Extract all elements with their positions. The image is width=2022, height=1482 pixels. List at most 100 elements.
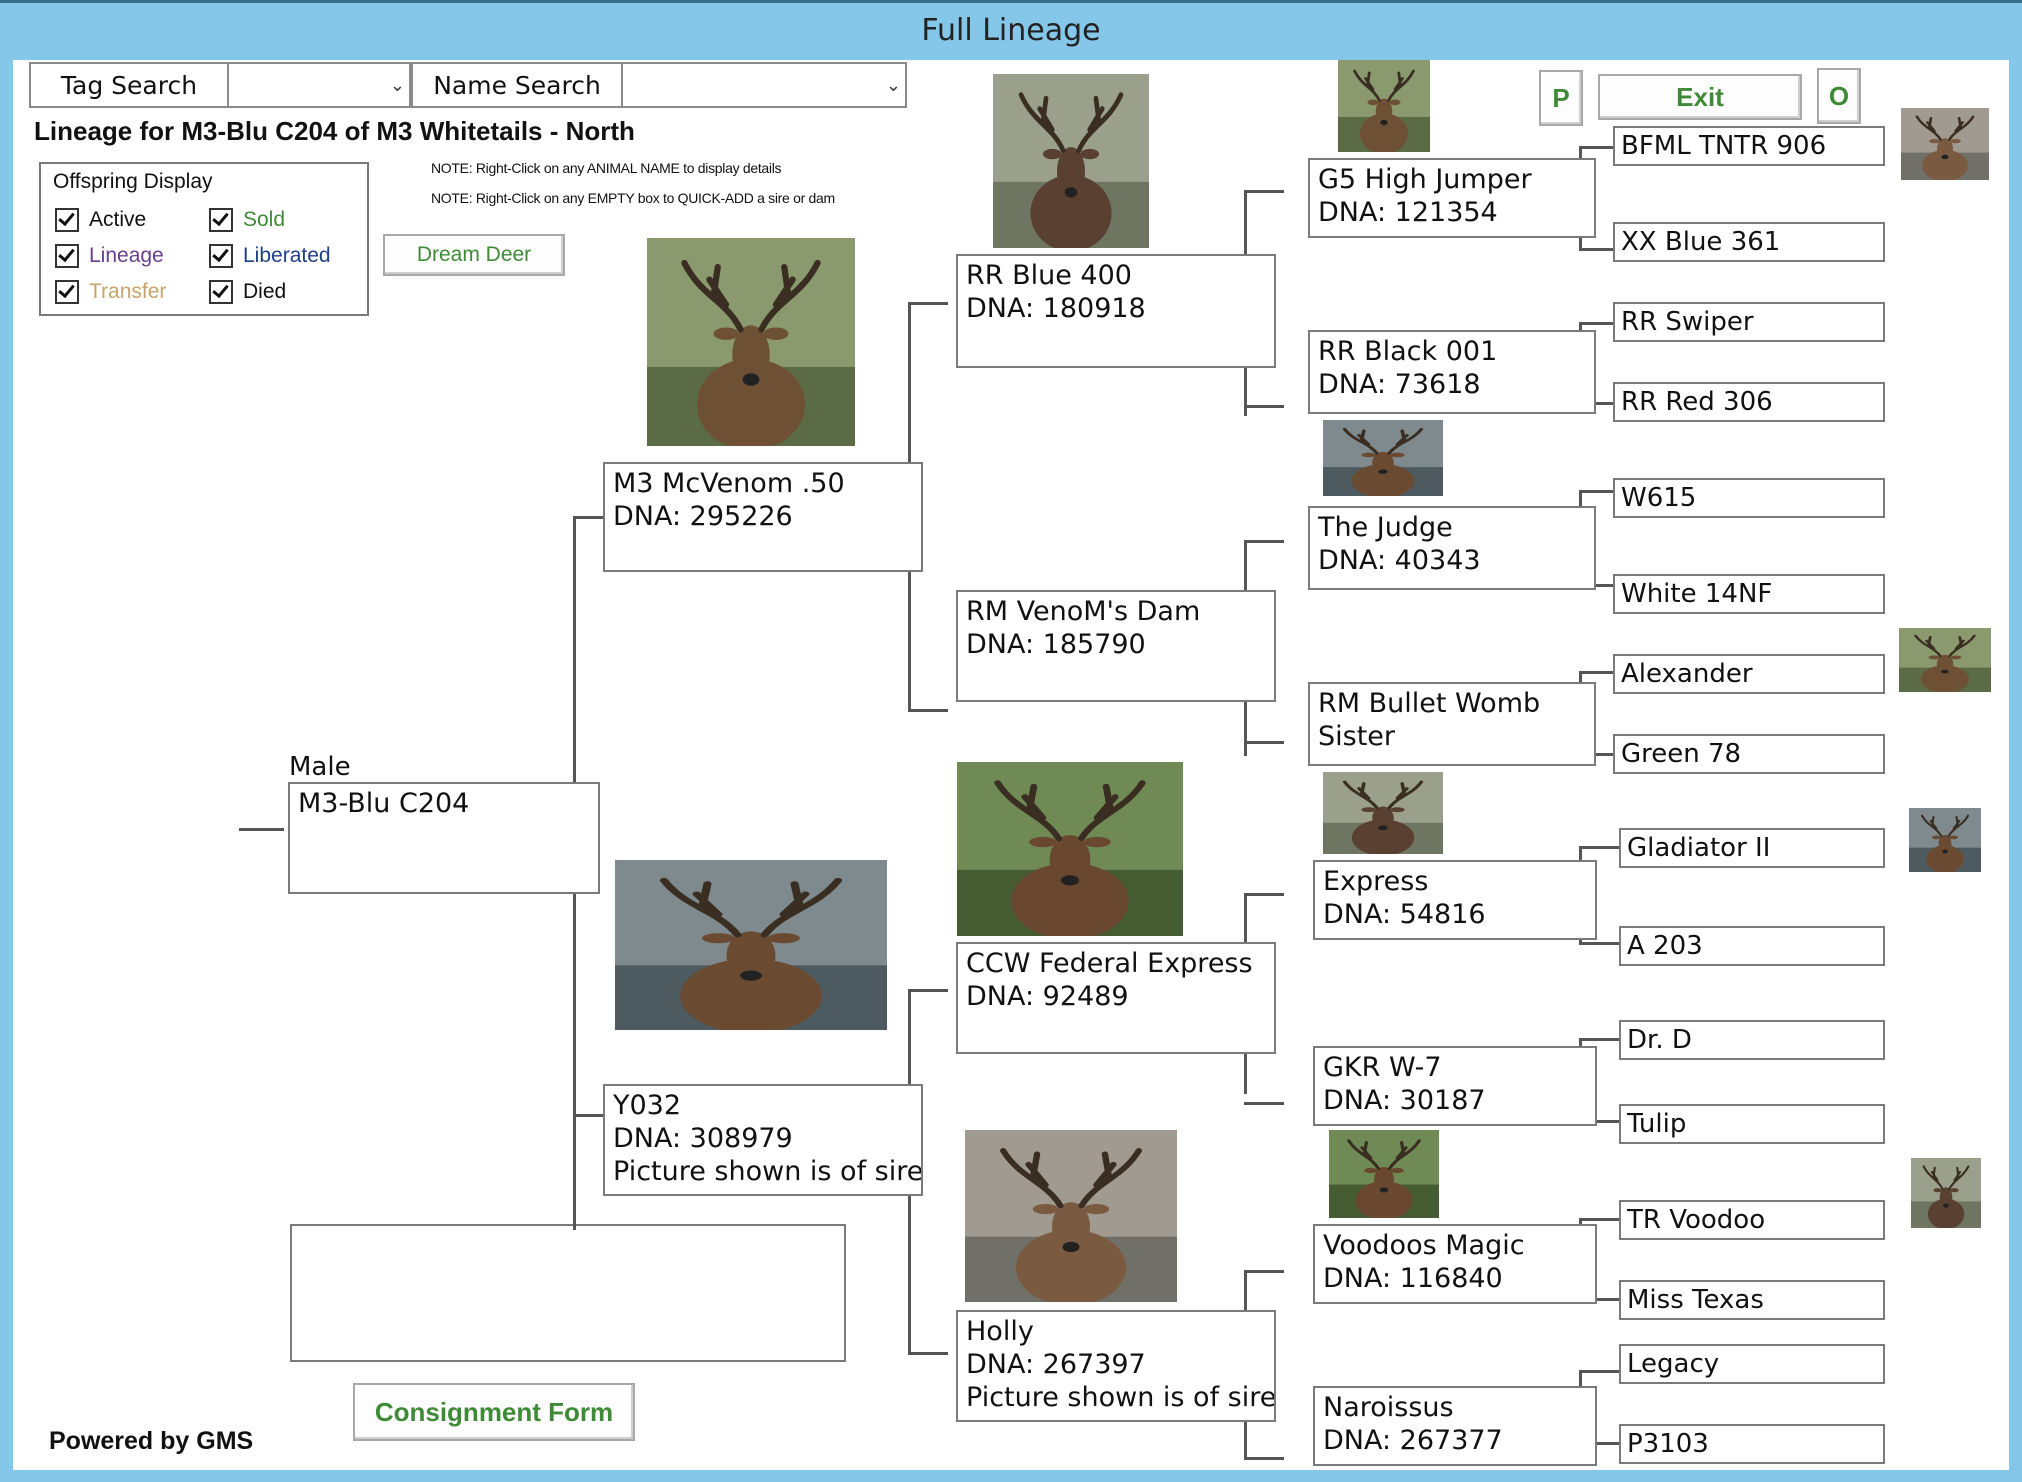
checkbox-checked-icon[interactable] [55,208,79,232]
pedigree-box-subject[interactable]: M3-Blu C204 [288,782,600,894]
pedigree-box-gen5-3[interactable]: RR Swiper [1613,302,1885,342]
checkbox-checked-icon[interactable] [209,280,233,304]
animal-name[interactable]: RR Black 001 [1318,336,1586,369]
deer-photo-gen5-13[interactable] [1911,1158,1981,1228]
checkbox-checked-icon[interactable] [55,244,79,268]
checkbox-checked-icon[interactable] [209,244,233,268]
connector-line [1579,1038,1623,1041]
connector-line [1579,1370,1623,1373]
animal-name[interactable]: M3-Blu C204 [298,788,590,821]
animal-name[interactable]: RM VenoM's Dam [966,596,1266,629]
pedigree-box-gen5-10[interactable]: A 203 [1619,926,1885,966]
connector-line [1244,1457,1284,1460]
pedigree-box-gen5-9[interactable]: Gladiator II [1619,828,1885,868]
pedigree-box-gen5-4[interactable]: RR Red 306 [1613,382,1885,422]
window-title: Full Lineage [921,12,1101,48]
animal-dna: DNA: 116840 [1323,1262,1503,1294]
pedigree-box-gen5-12[interactable]: Tulip [1619,1104,1885,1144]
window-title-bar: Full Lineage [0,0,2022,60]
o-button[interactable]: O [1817,68,1861,124]
pedigree-box-gen4-5[interactable]: Express DNA: 54816 [1313,860,1597,940]
connector-line [1244,1420,1247,1460]
checkbox-lineage-label: Lineage [89,244,164,267]
deer-photo-sire[interactable] [647,238,855,446]
deer-photo-gen5-9[interactable] [1909,808,1981,872]
deer-photo-gen3-4[interactable] [965,1130,1177,1302]
tag-search-combobox[interactable]: Tag Search ⌄ [29,62,411,108]
animal-dna: DNA: 267377 [1323,1424,1503,1456]
deer-photo-gen3-1[interactable] [993,74,1149,248]
animal-name[interactable]: GKR W-7 [1323,1052,1587,1085]
pedigree-box-gen5-1[interactable]: BFML TNTR 906 [1613,126,1885,166]
pedigree-box-gen5-15[interactable]: Legacy [1619,1344,1885,1384]
animal-name[interactable]: Express [1323,866,1587,899]
pedigree-box-gen4-3[interactable]: The Judge DNA: 40343 [1308,506,1596,590]
pedigree-box-gen5-16[interactable]: P3103 [1619,1424,1885,1464]
name-search-combobox[interactable]: Name Search ⌄ [411,62,907,108]
pedigree-box-gen5-6[interactable]: White 14NF [1613,574,1885,614]
pedigree-box-gen3-1[interactable]: RR Blue 400 DNA: 180918 [956,254,1276,368]
animal-name[interactable]: Voodoos Magic [1323,1230,1587,1263]
checkbox-transfer[interactable]: Transfer [55,280,166,304]
exit-button[interactable]: Exit [1598,74,1802,120]
pedigree-box-gen4-7[interactable]: Voodoos Magic DNA: 116840 [1313,1224,1597,1304]
pedigree-box-gen4-4[interactable]: RM Bullet Womb Sister [1308,682,1596,766]
pedigree-box-gen5-8[interactable]: Green 78 [1613,734,1885,774]
connector-line [908,989,948,992]
notes-box[interactable] [290,1224,846,1362]
animal-name[interactable]: Holly [966,1316,1266,1349]
checkbox-active[interactable]: Active [55,208,146,232]
pedigree-box-gen4-6[interactable]: GKR W-7 DNA: 30187 [1313,1046,1597,1126]
dream-deer-button[interactable]: Dream Deer [383,234,565,276]
pedigree-box-gen5-13[interactable]: TR Voodoo [1619,1200,1885,1240]
checkbox-died[interactable]: Died [209,280,286,304]
animal-name[interactable]: Naroissus [1323,1392,1587,1425]
pedigree-box-gen4-2[interactable]: RR Black 001 DNA: 73618 [1308,330,1596,414]
pedigree-box-gen4-8[interactable]: Naroissus DNA: 267377 [1313,1386,1597,1466]
deer-photo-gen5-7[interactable] [1899,628,1991,692]
pedigree-box-gen5-7[interactable]: Alexander [1613,654,1885,694]
pedigree-box-gen5-11[interactable]: Dr. D [1619,1020,1885,1060]
animal-name[interactable]: M3 McVenom .50 [613,468,913,501]
pedigree-box-gen5-5[interactable]: W615 [1613,478,1885,518]
deer-photo-gen4-3[interactable] [1323,420,1443,496]
checkbox-checked-icon[interactable] [209,208,233,232]
animal-dna: DNA: 185790 [966,628,1146,660]
checkbox-sold[interactable]: Sold [209,208,285,232]
animal-name[interactable]: CCW Federal Express [966,948,1266,981]
checkbox-lineage[interactable]: Lineage [55,244,164,268]
checkbox-checked-icon[interactable] [55,280,79,304]
note-right-click-empty: NOTE: Right-Click on any EMPTY box to QU… [431,190,835,206]
pedigree-box-gen4-1[interactable]: G5 High Jumper DNA: 121354 [1308,158,1596,238]
chevron-down-icon[interactable]: ⌄ [623,64,901,106]
connector-line [1244,1270,1284,1273]
connector-line [573,516,603,519]
connector-line [1244,540,1284,543]
deer-photo-gen4-7[interactable] [1329,1130,1439,1218]
animal-name[interactable]: RM Bullet Womb [1318,688,1586,721]
pedigree-box-gen3-2[interactable]: RM VenoM's Dam DNA: 185790 [956,590,1276,702]
pedigree-box-gen3-4[interactable]: Holly DNA: 267397 Picture shown is of si… [956,1310,1276,1422]
consignment-form-button[interactable]: Consignment Form [353,1383,635,1441]
powered-by-label: Powered by GMS [49,1427,254,1455]
deer-photo-gen4-5[interactable] [1323,772,1443,854]
deer-photo-gen5-1[interactable] [1901,108,1989,180]
animal-name[interactable]: G5 High Jumper [1318,164,1586,197]
connector-line [908,1352,948,1355]
chevron-down-icon[interactable]: ⌄ [229,64,405,106]
connector-line [1579,846,1623,849]
pedigree-box-dam[interactable]: Y032 DNA: 308979 Picture shown is of sir… [603,1084,923,1196]
checkbox-liberated[interactable]: Liberated [209,244,331,268]
animal-name[interactable]: Y032 [613,1090,913,1123]
pedigree-box-gen5-2[interactable]: XX Blue 361 [1613,222,1885,262]
offspring-display-group: Offspring Display Active Sold Lineage Li… [39,162,369,316]
deer-photo-dam[interactable] [615,860,887,1030]
pedigree-box-gen3-3[interactable]: CCW Federal Express DNA: 92489 [956,942,1276,1054]
animal-name[interactable]: RR Blue 400 [966,260,1266,293]
animal-name[interactable]: The Judge [1318,512,1586,545]
pedigree-box-gen5-14[interactable]: Miss Texas [1619,1280,1885,1320]
pedigree-box-sire[interactable]: M3 McVenom .50 DNA: 295226 [603,462,923,572]
deer-photo-gen4-1[interactable] [1338,60,1430,152]
p-button[interactable]: P [1539,70,1583,126]
deer-photo-gen3-3[interactable] [957,762,1183,936]
